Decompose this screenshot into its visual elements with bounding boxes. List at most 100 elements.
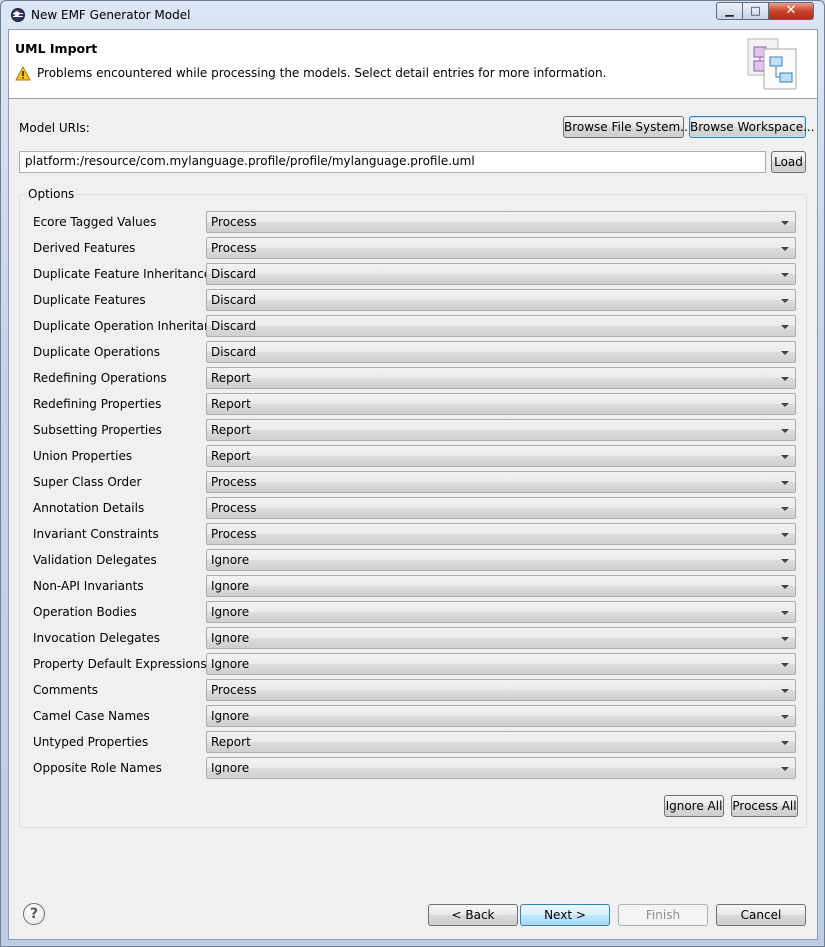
option-row: Operation Bodies Ignore xyxy=(20,600,806,626)
option-combo-value: Discard xyxy=(211,345,257,359)
chevron-down-icon[interactable] xyxy=(781,637,789,641)
model-uri-input[interactable]: platform:/resource/com.mylanguage.profil… xyxy=(19,151,766,173)
option-label: Annotation Details xyxy=(33,501,145,515)
next-button[interactable]: Next > xyxy=(520,904,610,926)
browse-workspace-button[interactable]: Browse Workspace... xyxy=(689,116,815,138)
option-combo-value: Report xyxy=(211,397,251,411)
option-combo[interactable]: Report xyxy=(206,367,796,389)
maximize-button[interactable]: □ xyxy=(742,2,769,20)
option-row: Redefining Operations Report xyxy=(20,366,806,392)
option-label: Non-API Invariants xyxy=(33,579,144,593)
option-label: Duplicate Operations xyxy=(33,345,160,359)
back-button[interactable]: < Back xyxy=(428,904,518,926)
option-combo-value: Process xyxy=(211,501,257,515)
option-combo[interactable]: Discard xyxy=(206,289,796,311)
load-button[interactable]: Load xyxy=(771,151,806,173)
chevron-down-icon[interactable] xyxy=(781,325,789,329)
chevron-down-icon[interactable] xyxy=(781,559,789,563)
help-icon[interactable]: ? xyxy=(23,903,45,925)
option-combo[interactable]: Ignore xyxy=(206,653,796,675)
option-combo-value: Discard xyxy=(211,293,257,307)
option-combo-value: Discard xyxy=(211,267,257,281)
option-combo[interactable]: Ignore xyxy=(206,601,796,623)
option-combo[interactable]: Process xyxy=(206,679,796,701)
minimize-button[interactable]: ▁ xyxy=(716,2,743,20)
option-combo[interactable]: Ignore xyxy=(206,549,796,571)
chevron-down-icon[interactable] xyxy=(781,247,789,251)
option-combo[interactable]: Process xyxy=(206,211,796,233)
option-combo[interactable]: Report xyxy=(206,393,796,415)
option-combo-value: Process xyxy=(211,475,257,489)
option-combo[interactable]: Ignore xyxy=(206,627,796,649)
option-combo-value: Report xyxy=(211,423,251,437)
close-button[interactable]: ✕ xyxy=(768,2,814,20)
chevron-down-icon[interactable] xyxy=(781,429,789,433)
option-combo[interactable]: Process xyxy=(206,523,796,545)
title-bar[interactable]: New EMF Generator Model ▁ □ ✕ xyxy=(1,1,824,29)
option-combo[interactable]: Discard xyxy=(206,315,796,337)
option-row: Duplicate Features Discard xyxy=(20,288,806,314)
chevron-down-icon[interactable] xyxy=(781,663,789,667)
uml-model-wizard-icon xyxy=(747,38,797,90)
ignore-all-button[interactable]: Ignore All xyxy=(664,795,724,817)
option-combo-value: Ignore xyxy=(211,709,250,723)
option-combo[interactable]: Process xyxy=(206,471,796,493)
chevron-down-icon[interactable] xyxy=(781,351,789,355)
option-combo[interactable]: Report xyxy=(206,445,796,467)
finish-button: Finish xyxy=(618,904,708,926)
option-label: Union Properties xyxy=(33,449,133,463)
chevron-down-icon[interactable] xyxy=(781,715,789,719)
wizard-header: UML Import Problems encountered while pr… xyxy=(9,30,817,99)
option-row: Validation Delegates Ignore xyxy=(20,548,806,574)
option-row: Comments Process xyxy=(20,678,806,704)
chevron-down-icon[interactable] xyxy=(781,689,789,693)
chevron-down-icon[interactable] xyxy=(781,741,789,745)
chevron-down-icon[interactable] xyxy=(781,585,789,589)
option-label: Invocation Delegates xyxy=(33,631,160,645)
option-combo[interactable]: Process xyxy=(206,237,796,259)
options-group-title: Options xyxy=(26,187,77,201)
option-combo[interactable]: Ignore xyxy=(206,705,796,727)
option-combo[interactable]: Discard xyxy=(206,263,796,285)
option-row: Invariant Constraints Process xyxy=(20,522,806,548)
chevron-down-icon[interactable] xyxy=(781,481,789,485)
option-combo[interactable]: Discard xyxy=(206,341,796,363)
browse-file-system-button[interactable]: Browse File System... xyxy=(563,116,692,138)
chevron-down-icon[interactable] xyxy=(781,273,789,277)
page-title: UML Import xyxy=(15,41,98,56)
option-row: Annotation Details Process xyxy=(20,496,806,522)
chevron-down-icon[interactable] xyxy=(781,507,789,511)
option-combo[interactable]: Process xyxy=(206,497,796,519)
option-label: Derived Features xyxy=(33,241,136,255)
cancel-button[interactable]: Cancel xyxy=(716,904,806,926)
option-label: Untyped Properties xyxy=(33,735,149,749)
chevron-down-icon[interactable] xyxy=(781,377,789,381)
option-label: Camel Case Names xyxy=(33,709,150,723)
option-combo-value: Ignore xyxy=(211,553,250,567)
option-label: Opposite Role Names xyxy=(33,761,162,775)
option-row: Derived Features Process xyxy=(20,236,806,262)
model-uris-label: Model URIs: xyxy=(19,121,90,135)
option-combo[interactable]: Report xyxy=(206,731,796,753)
chevron-down-icon[interactable] xyxy=(781,767,789,771)
chevron-down-icon[interactable] xyxy=(781,221,789,225)
option-label: Duplicate Operation Inheritance xyxy=(33,319,226,333)
option-label: Property Default Expressions xyxy=(33,657,207,671)
option-row: Redefining Properties Report xyxy=(20,392,806,418)
option-combo-value: Report xyxy=(211,449,251,463)
chevron-down-icon[interactable] xyxy=(781,403,789,407)
process-all-button[interactable]: Process All xyxy=(731,795,798,817)
header-message: Problems encountered while processing th… xyxy=(37,66,607,80)
option-label: Invariant Constraints xyxy=(33,527,159,541)
dialog-client-area: UML Import Problems encountered while pr… xyxy=(8,29,818,940)
option-combo[interactable]: Ignore xyxy=(206,757,796,779)
chevron-down-icon[interactable] xyxy=(781,299,789,303)
options-group: Options Ecore Tagged Values Process Derive… xyxy=(19,187,807,828)
option-combo-value: Discard xyxy=(211,319,257,333)
option-combo[interactable]: Report xyxy=(206,419,796,441)
option-combo[interactable]: Ignore xyxy=(206,575,796,597)
wizard-window: New EMF Generator Model ▁ □ ✕ UML Import… xyxy=(0,0,825,947)
chevron-down-icon[interactable] xyxy=(781,455,789,459)
chevron-down-icon[interactable] xyxy=(781,533,789,537)
chevron-down-icon[interactable] xyxy=(781,611,789,615)
